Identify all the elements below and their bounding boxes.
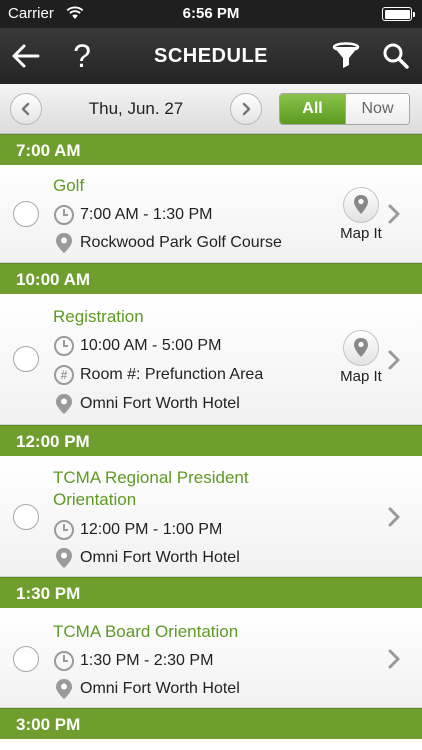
clock-icon	[53, 335, 75, 357]
event-location: Omni Fort Worth Hotel	[53, 676, 240, 702]
event-row-golf[interactable]: Golf 7:00 AM - 1:30 PM Rockwood Park Gol…	[0, 165, 422, 263]
map-it-label: Map It	[340, 225, 382, 242]
event-time-text: 7:00 AM - 1:30 PM	[80, 206, 213, 223]
section-header: 10:00 AM	[0, 263, 422, 294]
event-room: # Room #: Prefunction Area	[53, 362, 263, 388]
chevron-right-icon	[388, 204, 400, 224]
search-icon	[383, 43, 409, 69]
event-time-text: 10:00 AM - 5:00 PM	[80, 337, 222, 354]
location-pin-icon	[53, 232, 75, 254]
chevron-left-icon	[21, 102, 30, 116]
search-button[interactable]	[376, 28, 416, 84]
event-time: 10:00 AM - 5:00 PM	[53, 333, 221, 359]
clock-icon	[53, 204, 75, 226]
event-location-text: Rockwood Park Golf Course	[80, 234, 282, 251]
event-time: 1:30 PM - 2:30 PM	[53, 648, 213, 674]
section-header: 1:30 PM	[0, 577, 422, 608]
filter-funnel-icon	[332, 42, 360, 68]
location-pin-icon	[53, 393, 75, 415]
filter-button[interactable]	[326, 28, 366, 84]
filter-now-tab[interactable]: Now	[345, 94, 409, 124]
event-title: Golf	[53, 176, 85, 195]
event-location-text: Omni Fort Worth Hotel	[80, 680, 240, 697]
chevron-right-icon	[388, 649, 400, 669]
status-bar: Carrier 6:56 PM	[0, 0, 422, 28]
map-it-label: Map It	[340, 368, 382, 385]
room-number-icon: #	[54, 365, 74, 385]
clock-icon	[53, 519, 75, 541]
time-filter-segmented-control: All Now	[279, 93, 410, 125]
select-radio[interactable]	[13, 504, 39, 530]
date-bar: Thu, Jun. 27 All Now	[0, 84, 422, 134]
select-radio[interactable]	[13, 201, 39, 227]
event-title: TCMA Regional President Orientation	[53, 468, 249, 509]
previous-day-button[interactable]	[10, 93, 42, 125]
current-date: Thu, Jun. 27	[88, 99, 184, 118]
event-row-registration[interactable]: Registration 10:00 AM - 5:00 PM # Room #…	[0, 294, 422, 425]
section-header: 12:00 PM	[0, 425, 422, 456]
event-location: Omni Fort Worth Hotel	[53, 391, 240, 417]
location-pin-icon	[53, 547, 75, 569]
section-header: 7:00 AM	[0, 134, 422, 165]
event-location: Omni Fort Worth Hotel	[53, 545, 240, 571]
event-time: 12:00 PM - 1:00 PM	[53, 517, 222, 543]
event-title: TCMA Board Orientation	[53, 622, 239, 641]
map-pin-button-icon	[343, 330, 379, 366]
event-row-board-orientation[interactable]: TCMA Board Orientation 1:30 PM - 2:30 PM…	[0, 608, 422, 708]
clock-time: 6:56 PM	[182, 5, 240, 22]
chevron-right-icon	[242, 102, 251, 116]
next-day-button[interactable]	[230, 93, 262, 125]
event-title: Registration	[53, 307, 144, 326]
map-it-button[interactable]: Map It	[333, 187, 389, 242]
clock-icon	[53, 650, 75, 672]
nav-bar: ? SCHEDULE	[0, 28, 422, 84]
event-time-text: 1:30 PM - 2:30 PM	[80, 652, 214, 669]
event-location-text: Omni Fort Worth Hotel	[80, 549, 240, 566]
event-location: Rockwood Park Golf Course	[53, 230, 282, 256]
event-time: 7:00 AM - 1:30 PM	[53, 202, 213, 228]
filter-all-tab[interactable]: All	[280, 94, 345, 124]
section-header: 3:00 PM	[0, 708, 422, 739]
chevron-right-icon	[388, 507, 400, 527]
event-time-text: 12:00 PM - 1:00 PM	[80, 521, 223, 538]
event-location-text: Omni Fort Worth Hotel	[80, 395, 240, 412]
event-room-text: Room #: Prefunction Area	[80, 366, 264, 383]
chevron-right-icon	[388, 350, 400, 370]
event-row-regional-president-orientation[interactable]: TCMA Regional President Orientation 12:0…	[0, 456, 422, 577]
select-radio[interactable]	[13, 646, 39, 672]
map-it-button[interactable]: Map It	[333, 330, 389, 385]
select-radio[interactable]	[13, 346, 39, 372]
location-pin-icon	[53, 678, 75, 700]
battery-icon	[382, 7, 415, 21]
map-pin-button-icon	[343, 187, 379, 223]
